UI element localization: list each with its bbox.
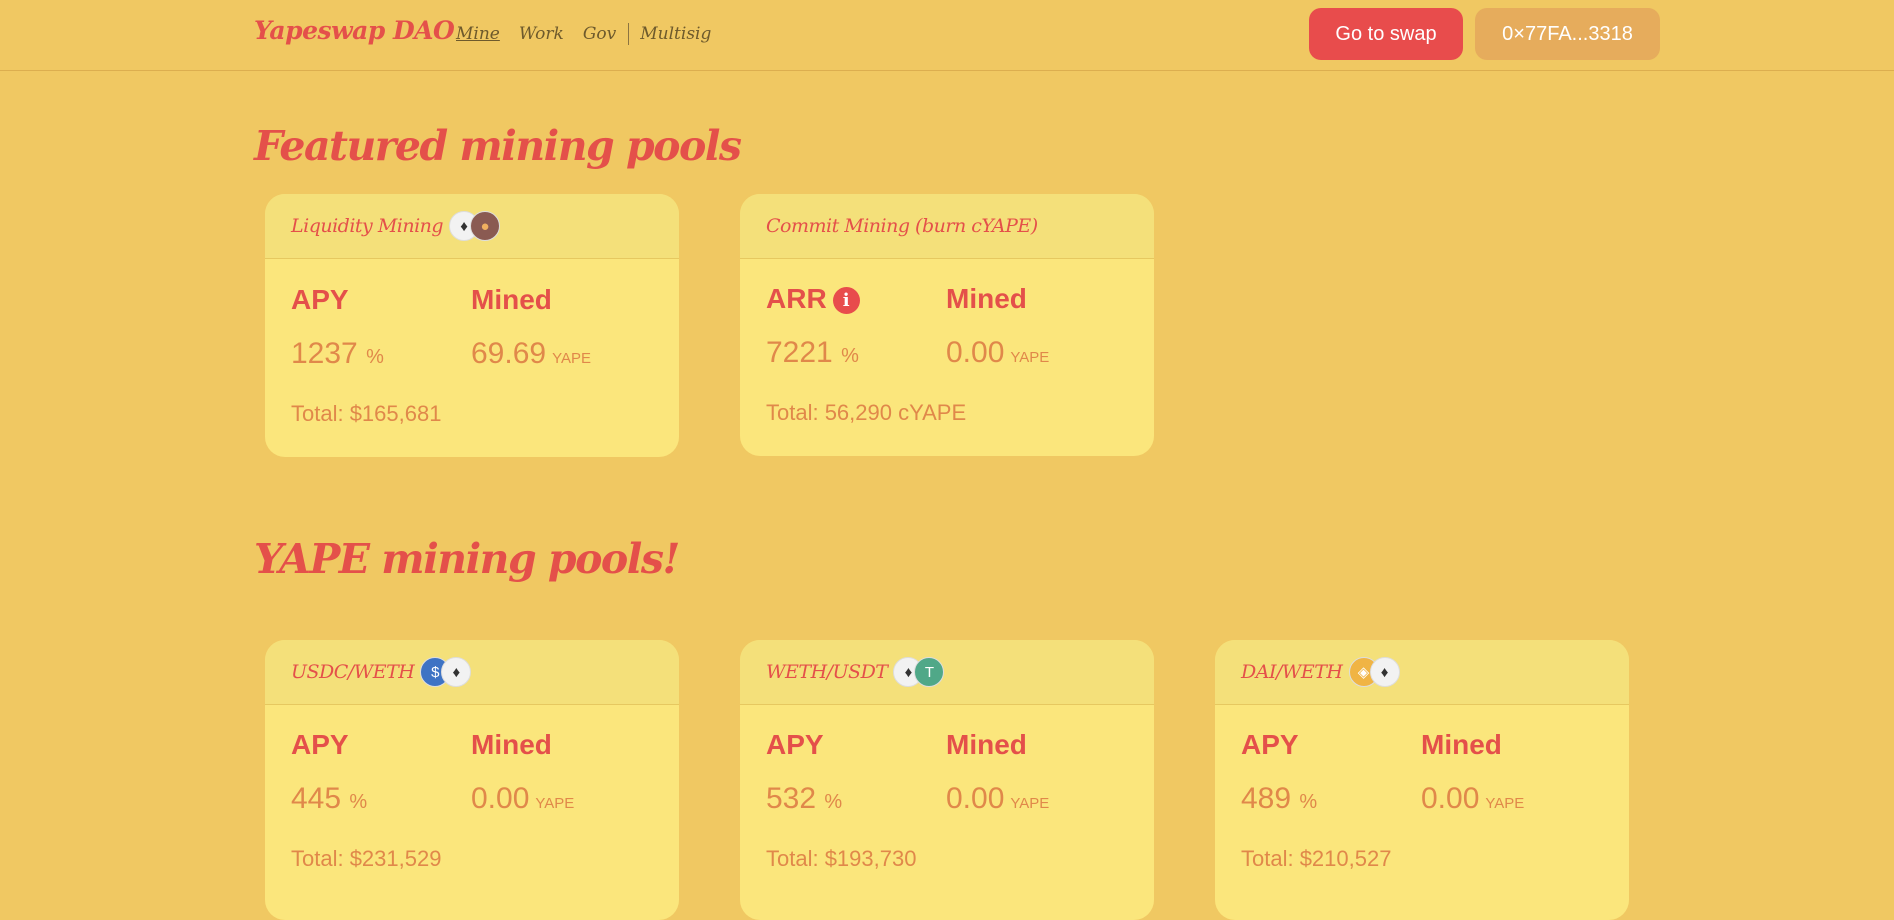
pool-name: Commit Mining (burn cYAPE) bbox=[766, 215, 1038, 237]
nav-mine[interactable]: Mine bbox=[456, 24, 500, 44]
yape-pools-title: YAPE mining pools! bbox=[254, 535, 680, 583]
nav-divider bbox=[628, 23, 630, 45]
brand-logo[interactable]: Yapeswap DAO bbox=[254, 16, 455, 45]
rate-value: 489 % bbox=[1241, 782, 1318, 815]
top-nav-bar: Yapeswap DAO Mine Work Gov Multisig Go t… bbox=[0, 0, 1894, 71]
pool-name: Liquidity Mining bbox=[291, 215, 444, 237]
pool-total: Total: $231,529 bbox=[291, 846, 442, 871]
rate-label: APY bbox=[291, 729, 349, 760]
rate-value: 532 % bbox=[766, 782, 843, 815]
mined-label: Mined bbox=[946, 283, 1027, 314]
rate-label: APY bbox=[291, 284, 349, 315]
pool-name: USDC/WETH bbox=[291, 661, 415, 683]
rate-label: APY bbox=[1241, 729, 1299, 760]
go-to-swap-button[interactable]: Go to swap bbox=[1309, 8, 1463, 60]
pool-name: DAI/WETH bbox=[1241, 661, 1343, 683]
pool-card-usdc-weth[interactable]: USDC/WETH $ ♦ APY Mined 445 % 0.00 YAPE T… bbox=[265, 640, 679, 920]
pool-total: Total: $193,730 bbox=[766, 846, 917, 871]
featured-pools-title: Featured mining pools bbox=[254, 122, 742, 170]
pool-card-header: USDC/WETH $ ♦ bbox=[265, 640, 679, 705]
rate-label: ARR i bbox=[766, 283, 860, 315]
main-nav: Mine Work Gov Multisig bbox=[456, 23, 730, 45]
wallet-address-button[interactable]: 0×77FA...3318 bbox=[1475, 8, 1660, 60]
rate-value: 7221 % bbox=[766, 336, 859, 369]
mined-label: Mined bbox=[471, 729, 552, 760]
rate-label: APY bbox=[766, 729, 824, 760]
rate-value: 445 % bbox=[291, 782, 368, 815]
pool-total: Total: 56,290 cYAPE bbox=[766, 400, 967, 425]
pool-name: WETH/USDT bbox=[766, 661, 888, 683]
mined-value: 0.00 YAPE bbox=[471, 782, 575, 815]
pool-card-liquidity-mining[interactable]: Liquidity Mining ♦ ● APY Mined 1237 % 69… bbox=[265, 194, 679, 457]
pool-card-weth-usdt[interactable]: WETH/USDT ♦ T APY Mined 532 % 0.00 YAPE T… bbox=[740, 640, 1154, 920]
eth-icon: ♦ bbox=[441, 657, 472, 687]
ape-icon: ● bbox=[470, 211, 501, 241]
pool-card-header: Commit Mining (burn cYAPE) bbox=[740, 194, 1154, 259]
pool-card-header: Liquidity Mining ♦ ● bbox=[265, 194, 679, 259]
nav-gov[interactable]: Gov bbox=[583, 24, 616, 44]
usdt-icon: T bbox=[914, 657, 945, 687]
nav-work[interactable]: Work bbox=[519, 24, 564, 44]
info-icon[interactable]: i bbox=[832, 287, 860, 315]
pool-total: Total: $210,527 bbox=[1241, 846, 1392, 871]
pool-total: Total: $165,681 bbox=[291, 401, 442, 426]
mined-label: Mined bbox=[946, 729, 1027, 760]
pool-card-dai-weth[interactable]: DAI/WETH ◈ ♦ APY Mined 489 % 0.00 YAPE To… bbox=[1215, 640, 1629, 920]
mined-value: 0.00 YAPE bbox=[1421, 782, 1525, 815]
mined-label: Mined bbox=[471, 284, 552, 315]
mined-value: 0.00 YAPE bbox=[946, 782, 1050, 815]
eth-icon: ♦ bbox=[1369, 657, 1400, 687]
mined-label: Mined bbox=[1421, 729, 1502, 760]
pool-card-commit-mining[interactable]: Commit Mining (burn cYAPE) ARR i Mined 72… bbox=[740, 194, 1154, 456]
pool-card-header: WETH/USDT ♦ T bbox=[740, 640, 1154, 705]
mined-value: 0.00 YAPE bbox=[946, 336, 1050, 369]
nav-multisig[interactable]: Multisig bbox=[640, 24, 711, 44]
rate-value: 1237 % bbox=[291, 337, 384, 370]
mined-value: 69.69 YAPE bbox=[471, 337, 591, 370]
pool-card-header: DAI/WETH ◈ ♦ bbox=[1215, 640, 1629, 705]
